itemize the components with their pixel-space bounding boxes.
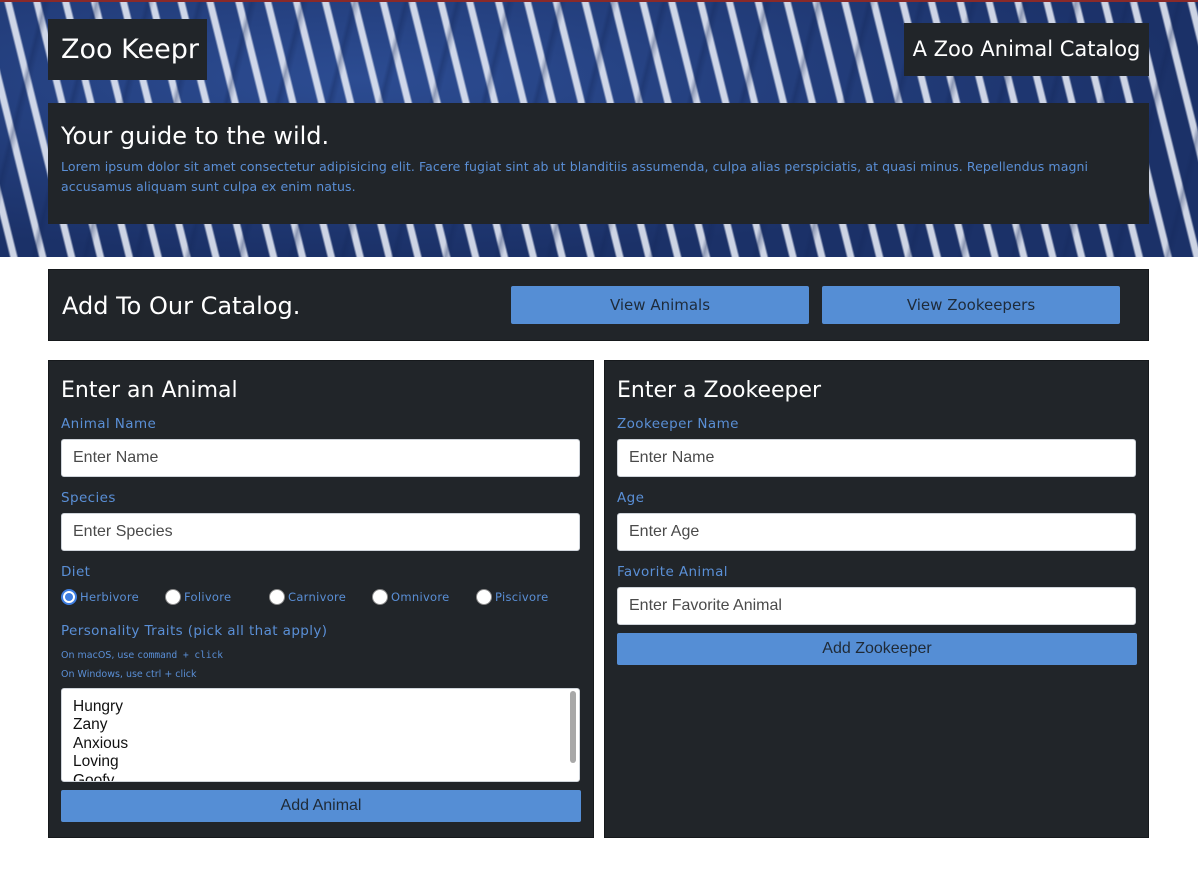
diet-radio-herbivore[interactable] <box>61 589 77 605</box>
trait-option[interactable]: Loving <box>73 753 568 771</box>
view-zookeepers-button[interactable]: View Zookeepers <box>822 286 1120 324</box>
diet-option-omnivore[interactable]: Omnivore <box>372 587 450 607</box>
age-label: Age <box>617 490 645 506</box>
diet-radio-group: Herbivore Folivore Carnivore Omnivore Pi… <box>61 587 581 607</box>
personality-traits-label: Personality Traits (pick all that apply) <box>61 623 328 639</box>
favorite-animal-label: Favorite Animal <box>617 564 728 580</box>
diet-option-label: Carnivore <box>288 590 347 604</box>
trait-option[interactable]: Goofy <box>73 772 568 781</box>
species-input[interactable] <box>61 513 580 551</box>
animal-form: Enter an Animal Animal Name Species Diet… <box>48 360 594 838</box>
personality-traits-select[interactable]: Hungry Zany Anxious Loving Goofy <box>61 688 580 782</box>
intro-title: Your guide to the wild. <box>61 122 330 150</box>
diet-radio-piscivore[interactable] <box>476 589 492 605</box>
diet-option-piscivore[interactable]: Piscivore <box>476 587 548 607</box>
animal-name-label: Animal Name <box>61 416 157 432</box>
trait-option[interactable]: Hungry <box>73 698 568 716</box>
diet-label: Diet <box>61 564 91 580</box>
zookeeper-form: Enter a Zookeeper Zookeeper Name Age Fav… <box>604 360 1149 838</box>
traits-scrollbar-thumb[interactable] <box>570 691 576 763</box>
zookeeper-name-input[interactable] <box>617 439 1136 477</box>
add-animal-button[interactable]: Add Animal <box>61 790 581 822</box>
diet-radio-omnivore[interactable] <box>372 589 388 605</box>
catalog-bar: Add To Our Catalog. View Animals View Zo… <box>48 269 1149 341</box>
macos-tip-text: On macOS, use <box>61 650 138 661</box>
intro-box: Your guide to the wild. Lorem ipsum dolo… <box>48 103 1149 224</box>
diet-option-label: Piscivore <box>495 590 549 604</box>
macos-tip: On macOS, use command + click <box>61 650 223 661</box>
trait-option[interactable]: Anxious <box>73 735 568 753</box>
brand-logo[interactable]: Zoo Keepr <box>48 19 207 80</box>
diet-option-label: Folivore <box>184 590 232 604</box>
zookeeper-form-title: Enter a Zookeeper <box>617 378 822 403</box>
diet-radio-folivore[interactable] <box>165 589 181 605</box>
diet-option-label: Omnivore <box>391 590 450 604</box>
diet-radio-carnivore[interactable] <box>269 589 285 605</box>
diet-option-carnivore[interactable]: Carnivore <box>269 587 346 607</box>
catalog-tagline: A Zoo Animal Catalog <box>904 23 1149 76</box>
animal-form-title: Enter an Animal <box>61 378 238 403</box>
zookeeper-name-label: Zookeeper Name <box>617 416 739 432</box>
age-input[interactable] <box>617 513 1136 551</box>
animal-name-input[interactable] <box>61 439 580 477</box>
diet-option-folivore[interactable]: Folivore <box>165 587 231 607</box>
view-animals-button[interactable]: View Animals <box>511 286 809 324</box>
add-zookeeper-button[interactable]: Add Zookeeper <box>617 633 1137 665</box>
species-label: Species <box>61 490 116 506</box>
catalog-title: Add To Our Catalog. <box>62 292 301 320</box>
traits-scrollbar[interactable] <box>569 691 577 779</box>
trait-option[interactable]: Zany <box>73 716 568 734</box>
windows-tip: On Windows, use ctrl + click <box>61 669 197 680</box>
favorite-animal-input[interactable] <box>617 587 1136 625</box>
diet-option-herbivore[interactable]: Herbivore <box>61 587 139 607</box>
macos-tip-keys: command + click <box>137 650 223 661</box>
intro-text: Lorem ipsum dolor sit amet consectetur a… <box>61 159 1089 194</box>
diet-option-label: Herbivore <box>80 590 140 604</box>
